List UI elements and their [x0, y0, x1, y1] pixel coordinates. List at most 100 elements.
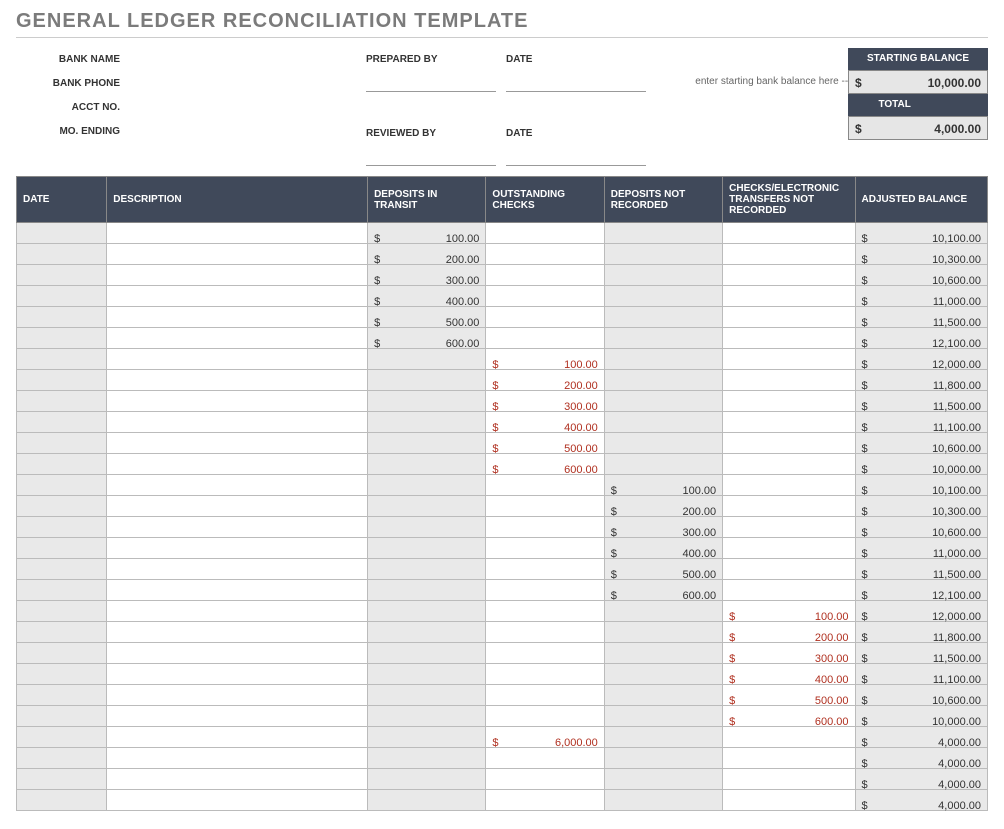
cell-date[interactable] — [17, 454, 107, 475]
table-cell[interactable] — [486, 517, 604, 538]
table-cell[interactable]: $4,000.00 — [855, 790, 987, 811]
cell-description[interactable] — [107, 454, 368, 475]
cell-description[interactable] — [107, 622, 368, 643]
table-cell[interactable] — [723, 412, 855, 433]
table-cell[interactable] — [604, 706, 722, 727]
table-cell[interactable] — [723, 433, 855, 454]
table-cell[interactable] — [486, 622, 604, 643]
table-cell[interactable]: $11,100.00 — [855, 664, 987, 685]
cell-description[interactable] — [107, 328, 368, 349]
table-cell[interactable] — [486, 748, 604, 769]
table-cell[interactable] — [604, 454, 722, 475]
table-cell[interactable] — [486, 706, 604, 727]
table-cell[interactable] — [604, 370, 722, 391]
table-cell[interactable] — [486, 601, 604, 622]
table-cell[interactable]: $11,500.00 — [855, 643, 987, 664]
cell-description[interactable] — [107, 559, 368, 580]
table-cell[interactable] — [604, 307, 722, 328]
table-cell[interactable] — [486, 265, 604, 286]
table-cell[interactable] — [368, 349, 486, 370]
table-cell[interactable] — [368, 706, 486, 727]
table-cell[interactable] — [723, 307, 855, 328]
table-cell[interactable] — [368, 769, 486, 790]
table-cell[interactable]: $500.00 — [368, 307, 486, 328]
cell-description[interactable] — [107, 265, 368, 286]
table-cell[interactable] — [723, 790, 855, 811]
cell-date[interactable] — [17, 412, 107, 433]
cell-date[interactable] — [17, 286, 107, 307]
table-cell[interactable] — [368, 370, 486, 391]
table-cell[interactable] — [368, 748, 486, 769]
table-cell[interactable]: $11,100.00 — [855, 412, 987, 433]
table-cell[interactable]: $10,000.00 — [855, 454, 987, 475]
table-cell[interactable]: $400.00 — [604, 538, 722, 559]
table-cell[interactable] — [723, 265, 855, 286]
table-cell[interactable] — [604, 412, 722, 433]
table-cell[interactable]: $10,300.00 — [855, 496, 987, 517]
table-cell[interactable]: $10,600.00 — [855, 265, 987, 286]
table-cell[interactable] — [368, 727, 486, 748]
cell-description[interactable] — [107, 286, 368, 307]
cell-date[interactable] — [17, 265, 107, 286]
cell-description[interactable] — [107, 307, 368, 328]
table-cell[interactable]: $11,800.00 — [855, 622, 987, 643]
cell-date[interactable] — [17, 727, 107, 748]
table-cell[interactable] — [723, 496, 855, 517]
table-cell[interactable]: $500.00 — [604, 559, 722, 580]
table-cell[interactable] — [604, 790, 722, 811]
table-cell[interactable] — [486, 664, 604, 685]
table-cell[interactable]: $200.00 — [604, 496, 722, 517]
cell-date[interactable] — [17, 643, 107, 664]
table-cell[interactable]: $600.00 — [604, 580, 722, 601]
cell-date[interactable] — [17, 244, 107, 265]
cell-date[interactable] — [17, 496, 107, 517]
cell-description[interactable] — [107, 433, 368, 454]
table-cell[interactable] — [723, 517, 855, 538]
cell-description[interactable] — [107, 748, 368, 769]
table-cell[interactable] — [723, 370, 855, 391]
table-cell[interactable] — [604, 769, 722, 790]
cell-date[interactable] — [17, 538, 107, 559]
table-cell[interactable]: $10,300.00 — [855, 244, 987, 265]
table-cell[interactable]: $200.00 — [486, 370, 604, 391]
table-cell[interactable] — [723, 286, 855, 307]
table-cell[interactable]: $400.00 — [368, 286, 486, 307]
table-cell[interactable] — [368, 412, 486, 433]
cell-date[interactable] — [17, 769, 107, 790]
table-cell[interactable]: $11,500.00 — [855, 391, 987, 412]
table-cell[interactable]: $500.00 — [723, 685, 855, 706]
table-cell[interactable]: $600.00 — [486, 454, 604, 475]
cell-description[interactable] — [107, 727, 368, 748]
table-cell[interactable]: $400.00 — [486, 412, 604, 433]
cell-description[interactable] — [107, 517, 368, 538]
table-cell[interactable] — [486, 223, 604, 244]
table-cell[interactable] — [604, 328, 722, 349]
cell-description[interactable] — [107, 769, 368, 790]
cell-date[interactable] — [17, 601, 107, 622]
cell-description[interactable] — [107, 706, 368, 727]
table-cell[interactable]: $10,600.00 — [855, 433, 987, 454]
cell-description[interactable] — [107, 790, 368, 811]
table-cell[interactable] — [368, 790, 486, 811]
table-cell[interactable] — [723, 538, 855, 559]
table-cell[interactable]: $300.00 — [604, 517, 722, 538]
table-cell[interactable]: $4,000.00 — [855, 727, 987, 748]
table-cell[interactable]: $11,000.00 — [855, 286, 987, 307]
table-cell[interactable] — [368, 685, 486, 706]
table-cell[interactable] — [604, 223, 722, 244]
table-cell[interactable]: $300.00 — [368, 265, 486, 286]
table-cell[interactable] — [368, 517, 486, 538]
table-cell[interactable] — [723, 769, 855, 790]
cell-date[interactable] — [17, 706, 107, 727]
table-cell[interactable] — [486, 559, 604, 580]
table-cell[interactable] — [723, 580, 855, 601]
cell-description[interactable] — [107, 496, 368, 517]
cell-description[interactable] — [107, 601, 368, 622]
cell-description[interactable] — [107, 349, 368, 370]
cell-date[interactable] — [17, 475, 107, 496]
table-cell[interactable]: $100.00 — [723, 601, 855, 622]
table-cell[interactable]: $100.00 — [486, 349, 604, 370]
table-cell[interactable] — [604, 727, 722, 748]
table-cell[interactable]: $100.00 — [604, 475, 722, 496]
table-cell[interactable] — [368, 622, 486, 643]
